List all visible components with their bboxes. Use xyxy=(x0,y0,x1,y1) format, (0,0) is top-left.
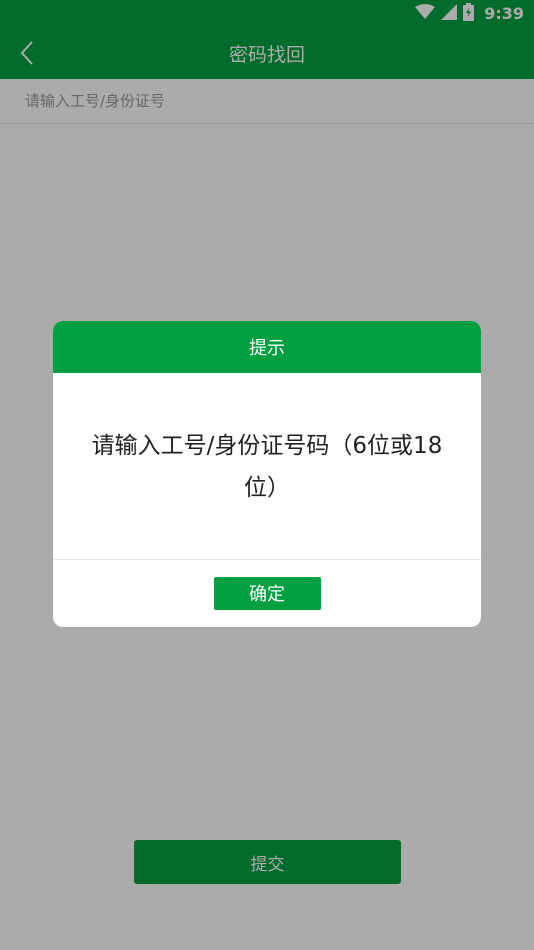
dialog-header: 提示 xyxy=(53,321,481,373)
confirm-button[interactable]: 确定 xyxy=(213,576,321,610)
dialog-title: 提示 xyxy=(249,338,285,359)
dialog-footer: 确定 xyxy=(53,560,481,626)
dialog-message: 请输入工号/身份证号码（6位或18位） xyxy=(53,373,481,560)
alert-dialog: 提示 请输入工号/身份证号码（6位或18位） 确定 xyxy=(53,321,481,627)
